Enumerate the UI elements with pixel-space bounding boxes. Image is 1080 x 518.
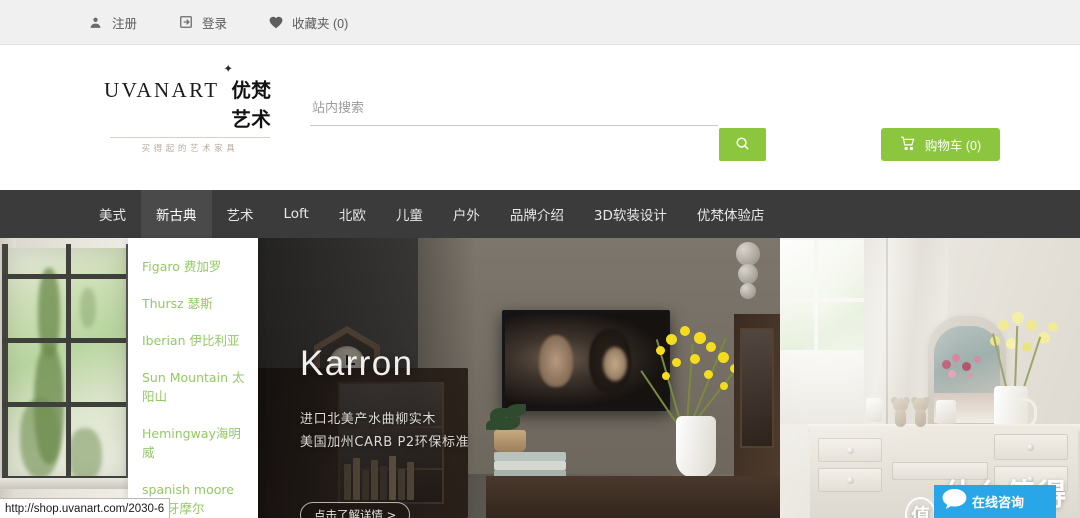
top-utility-links: 注册 登录 收藏夹 (0) [88, 13, 389, 32]
search-field-wrap [310, 93, 718, 126]
register-label: 注册 [112, 16, 138, 31]
favorites-label: 收藏夹 (0) [292, 16, 349, 31]
nav-label: 3D软装设计 [593, 208, 667, 224]
heart-icon [268, 15, 283, 30]
cart-button[interactable]: 购物车 (0) [881, 128, 1000, 161]
nav-label: 美式 [99, 208, 126, 224]
dropdown-item-hemingway[interactable]: Hemingway海明威 [128, 415, 258, 471]
status-url: http://shop.uvanart.com/2030-6 [5, 502, 165, 515]
logo-cn-text: 优梵艺术 [231, 79, 272, 131]
search-icon [735, 136, 750, 154]
hero-text-block: Karron 进口北美产水曲柳实木 美国加州CARB P2环保标准 [300, 346, 469, 454]
logo-en-text: UVANART [104, 78, 220, 102]
window-mullion-v [66, 244, 71, 482]
dropdown-item-thursz[interactable]: Thursz 瑟斯 [128, 285, 258, 322]
white-vase [676, 416, 716, 478]
nav-label: 艺术 [226, 208, 254, 224]
window-light-glow [780, 238, 980, 518]
hero-subtitle-line2: 美国加州CARB P2环保标准 [300, 435, 470, 450]
neoclassic-dropdown-menu: Figaro 费加罗 Thursz 瑟斯 Iberian 伊比利亚 Sun Mo… [128, 238, 258, 518]
browser-viewport: 注册 登录 收藏夹 (0) UVANART ✦ 优梵艺术 买得起的艺术家具 站内… [0, 0, 1080, 518]
flower [1026, 320, 1037, 331]
main-navigation: 美式 新古典 艺术 Loft 北欧 儿童 户外 品牌介绍 3D软装设计 优梵体验… [0, 190, 1080, 238]
chat-bubble-icon [942, 489, 967, 514]
login-icon [178, 15, 193, 30]
hero-cta-button[interactable]: 点击了解详情 > [300, 502, 411, 518]
logo-cn-wrap: ✦ 优梵艺术 [223, 64, 277, 132]
logo-wordmark: UVANART ✦ 优梵艺术 [104, 64, 277, 132]
window-mullion-h1 [2, 274, 130, 279]
favorites-link[interactable]: 收藏夹 (0) [268, 13, 348, 32]
sparkle-icon: ✦ [222, 63, 233, 76]
logo-divider [110, 137, 270, 138]
dropdown-item-figaro[interactable]: Figaro 费加罗 [128, 248, 258, 285]
nav-item-brand[interactable]: 品牌介绍 [495, 190, 579, 238]
hero-subtitle: 进口北美产水曲柳实木 美国加州CARB P2环保标准 [300, 408, 469, 454]
dropdown-item-sun-mountain[interactable]: Sun Mountain 太阳山 [128, 359, 258, 415]
site-logo[interactable]: UVANART ✦ 优梵艺术 买得起的艺术家具 [104, 64, 277, 154]
hero-image-right [780, 238, 1080, 518]
potted-plant [484, 404, 536, 452]
login-link[interactable]: 登录 [178, 13, 227, 32]
left-window-frame [2, 244, 8, 482]
flower [1012, 312, 1024, 324]
flower [1048, 322, 1058, 332]
flower [1022, 342, 1032, 352]
search-button[interactable] [719, 128, 766, 161]
window-mullion-h2 [2, 338, 130, 343]
register-link[interactable]: 注册 [88, 13, 137, 32]
window-mullion-h3 [2, 402, 130, 407]
nav-item-outdoor[interactable]: 户外 [438, 190, 495, 238]
cart-icon [900, 136, 916, 154]
search-input[interactable] [310, 93, 718, 126]
nav-label: 优梵体验店 [696, 208, 765, 224]
chat-label: 在线咨询 [972, 496, 1025, 511]
login-label: 登录 [202, 16, 228, 31]
nav-label: 北欧 [338, 208, 366, 224]
user-icon [88, 15, 103, 30]
nav-label: 品牌介绍 [509, 208, 564, 224]
tv-stand [486, 476, 780, 518]
nav-item-nordic[interactable]: 北欧 [324, 190, 381, 238]
hero-title: Karron [300, 344, 414, 383]
top-utility-bar: 注册 登录 收藏夹 (0) [0, 0, 1080, 45]
logo-tagline: 买得起的艺术家具 [141, 144, 239, 154]
nav-item-american[interactable]: 美式 [84, 190, 141, 238]
wall-tv [502, 310, 670, 411]
hero-subtitle-line1: 进口北美产水曲柳实木 [300, 412, 437, 427]
nav-item-3d-design[interactable]: 3D软装设计 [579, 190, 682, 238]
nav-label: 户外 [452, 208, 480, 224]
book-stack [494, 452, 566, 479]
cart-label: 购物车 (0) [924, 139, 982, 153]
flower [998, 320, 1009, 331]
nav-item-children[interactable]: 儿童 [381, 190, 438, 238]
sphere-lamp [736, 242, 760, 316]
nav-item-loft[interactable]: Loft [269, 190, 324, 238]
nav-item-showroom[interactable]: 优梵体验店 [682, 190, 780, 238]
dropdown-item-iberian[interactable]: Iberian 伊比利亚 [128, 322, 258, 359]
site-header: UVANART ✦ 优梵艺术 买得起的艺术家具 站内搜索 购物车 (0) [0, 45, 1080, 190]
nav-item-neoclassic[interactable]: 新古典 [141, 190, 212, 238]
nav-item-art[interactable]: 艺术 [212, 190, 269, 238]
browser-status-bar: http://shop.uvanart.com/2030-6 [0, 498, 171, 518]
nav-label: 新古典 [156, 208, 197, 224]
window-sill [0, 478, 132, 489]
nav-left-spacer [0, 190, 84, 238]
nav-label: 儿童 [395, 208, 423, 224]
nav-label: Loft [283, 206, 309, 222]
online-chat-widget[interactable]: 在线咨询 [934, 485, 1056, 518]
